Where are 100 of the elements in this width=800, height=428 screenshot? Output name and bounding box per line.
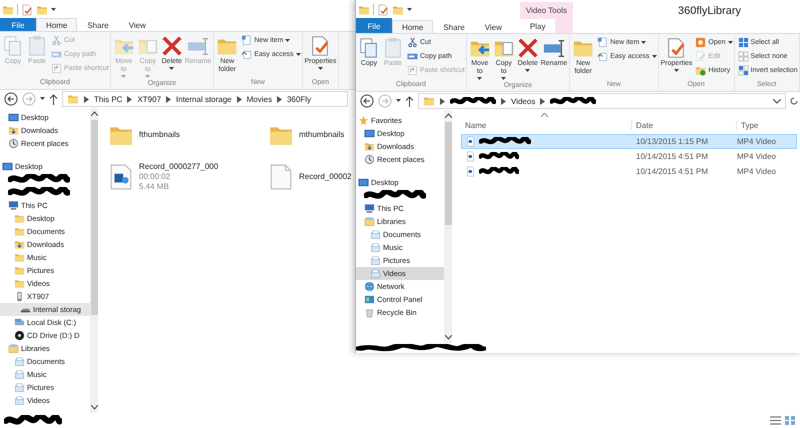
chevron-icon[interactable] xyxy=(540,98,546,104)
up-arrow-icon[interactable] xyxy=(49,94,58,104)
up-arrow-icon[interactable] xyxy=(405,96,414,106)
file-row[interactable]: 10/13/2015 1:15 PM MP4 Video xyxy=(461,134,797,149)
desktop-icon xyxy=(2,161,13,172)
scissors-icon xyxy=(51,35,62,46)
redaction-scribble xyxy=(479,137,531,146)
table-cell: MP4 Video xyxy=(737,152,776,161)
scrollbar-thumb[interactable] xyxy=(90,120,98,315)
dropdown-caret-icon[interactable] xyxy=(407,8,412,12)
chevron-icon[interactable] xyxy=(236,96,242,102)
ribbon-tab[interactable]: Share xyxy=(433,20,475,33)
breadcrumb[interactable]: Movies xyxy=(246,94,272,104)
scissors-icon xyxy=(407,37,418,48)
breadcrumb[interactable]: Videos xyxy=(511,96,536,106)
phone-icon xyxy=(14,291,25,302)
redaction-scribble xyxy=(4,414,62,426)
refresh-icon[interactable] xyxy=(790,96,798,106)
chevron-icon[interactable] xyxy=(276,96,282,102)
address-bar[interactable]: Videos xyxy=(418,93,786,109)
redaction-scribble xyxy=(479,167,519,176)
dropdown-caret-icon[interactable] xyxy=(40,97,45,101)
redaction-scribble xyxy=(479,152,519,161)
disk-icon xyxy=(14,317,25,328)
file-name[interactable]: fthumbnails xyxy=(139,130,180,140)
shortcut-icon xyxy=(407,65,418,76)
properties-icon xyxy=(665,37,688,59)
ribbon-tab[interactable]: View xyxy=(118,18,156,31)
chevron-icon[interactable] xyxy=(84,96,89,102)
back-icon[interactable] xyxy=(4,92,18,106)
folder-icon xyxy=(392,4,404,16)
library-folder-icon xyxy=(14,356,25,367)
shortcut-icon xyxy=(51,63,62,74)
breadcrumb[interactable]: 360Fly xyxy=(286,94,311,104)
open-icon xyxy=(695,37,706,48)
chevron-icon[interactable] xyxy=(166,96,172,102)
dropdown-caret-icon[interactable] xyxy=(51,8,56,12)
table-cell-text: 10/13/2015 1:15 PM xyxy=(635,137,710,146)
dropdown-caret-icon[interactable] xyxy=(396,99,401,103)
file-detail: 5.44 MB xyxy=(139,182,170,192)
back-icon[interactable] xyxy=(360,94,374,108)
star-icon xyxy=(358,115,369,126)
redaction-scribble xyxy=(450,96,496,106)
file-tab[interactable]: File xyxy=(356,18,392,33)
details-view-icon[interactable] xyxy=(770,416,781,425)
folder-icon xyxy=(14,226,25,237)
large-icons-view-icon[interactable] xyxy=(785,416,796,425)
library-icon xyxy=(364,216,375,227)
path-icon xyxy=(51,49,62,60)
scroll-up-icon[interactable] xyxy=(90,111,98,116)
easy-access-icon xyxy=(597,51,608,62)
downloads-folder-icon xyxy=(364,141,375,152)
column-header[interactable]: Date xyxy=(631,120,736,130)
scrollbar-thumb[interactable] xyxy=(444,122,452,225)
folder-icon xyxy=(2,4,14,16)
ribbon-tab[interactable]: Play xyxy=(520,19,556,33)
redaction-scribble xyxy=(8,174,70,185)
scrollbar-track[interactable] xyxy=(90,108,98,413)
scroll-up-icon[interactable] xyxy=(444,113,452,118)
dropdown-chevron-icon[interactable] xyxy=(773,98,781,104)
library-folder-icon xyxy=(14,382,25,393)
globe-icon xyxy=(364,281,375,292)
ribbon-tab[interactable]: Share xyxy=(77,18,119,31)
rename-icon xyxy=(186,35,209,57)
folder-icon xyxy=(14,265,25,276)
folder-icon xyxy=(36,4,48,16)
breadcrumb[interactable]: XT907 xyxy=(137,94,162,104)
chevron-icon[interactable] xyxy=(440,98,445,104)
file-row[interactable]: 10/14/2015 4:51 PM MP4 Video xyxy=(461,149,797,164)
file-row[interactable]: 10/14/2015 4:51 PM MP4 Video xyxy=(461,164,797,179)
chevron-icon[interactable] xyxy=(127,96,132,102)
ribbon-tab[interactable]: Home xyxy=(36,18,78,31)
scrollbar-track[interactable] xyxy=(444,110,452,343)
rename-icon xyxy=(542,37,565,59)
folder-icon xyxy=(14,278,25,289)
chevron-icon[interactable] xyxy=(501,98,506,104)
copy-icon xyxy=(2,35,24,57)
clipboard-icon xyxy=(382,37,404,59)
file-tab[interactable]: File xyxy=(0,18,36,31)
breadcrumb[interactable]: Internal storage xyxy=(176,94,232,104)
ribbon-tab[interactable]: View xyxy=(474,20,512,33)
ribbon-tab[interactable]: Home xyxy=(392,20,434,33)
disc-icon xyxy=(14,330,25,341)
column-header[interactable]: Type xyxy=(736,120,758,130)
breadcrumb[interactable]: This PC xyxy=(94,94,122,104)
file-name[interactable]: Record_00002 xyxy=(299,172,352,182)
scroll-down-icon[interactable] xyxy=(444,335,452,340)
file-name[interactable]: Record_0000277_000 xyxy=(139,162,218,172)
file-name[interactable]: mthumbnails xyxy=(299,130,344,140)
address-bar[interactable]: This PC XT907 Internal storage Movies 360Fly xyxy=(62,91,348,107)
properties-icon xyxy=(309,35,332,57)
properties-icon xyxy=(377,4,389,16)
new-document-icon xyxy=(241,35,252,46)
folder-icon xyxy=(423,95,435,107)
new-document-icon xyxy=(597,37,608,48)
scroll-down-icon[interactable] xyxy=(90,405,98,410)
folder-icon xyxy=(358,4,370,16)
column-header[interactable]: Name xyxy=(461,120,631,130)
video-file-icon xyxy=(465,136,476,147)
select-all-icon xyxy=(738,37,749,48)
